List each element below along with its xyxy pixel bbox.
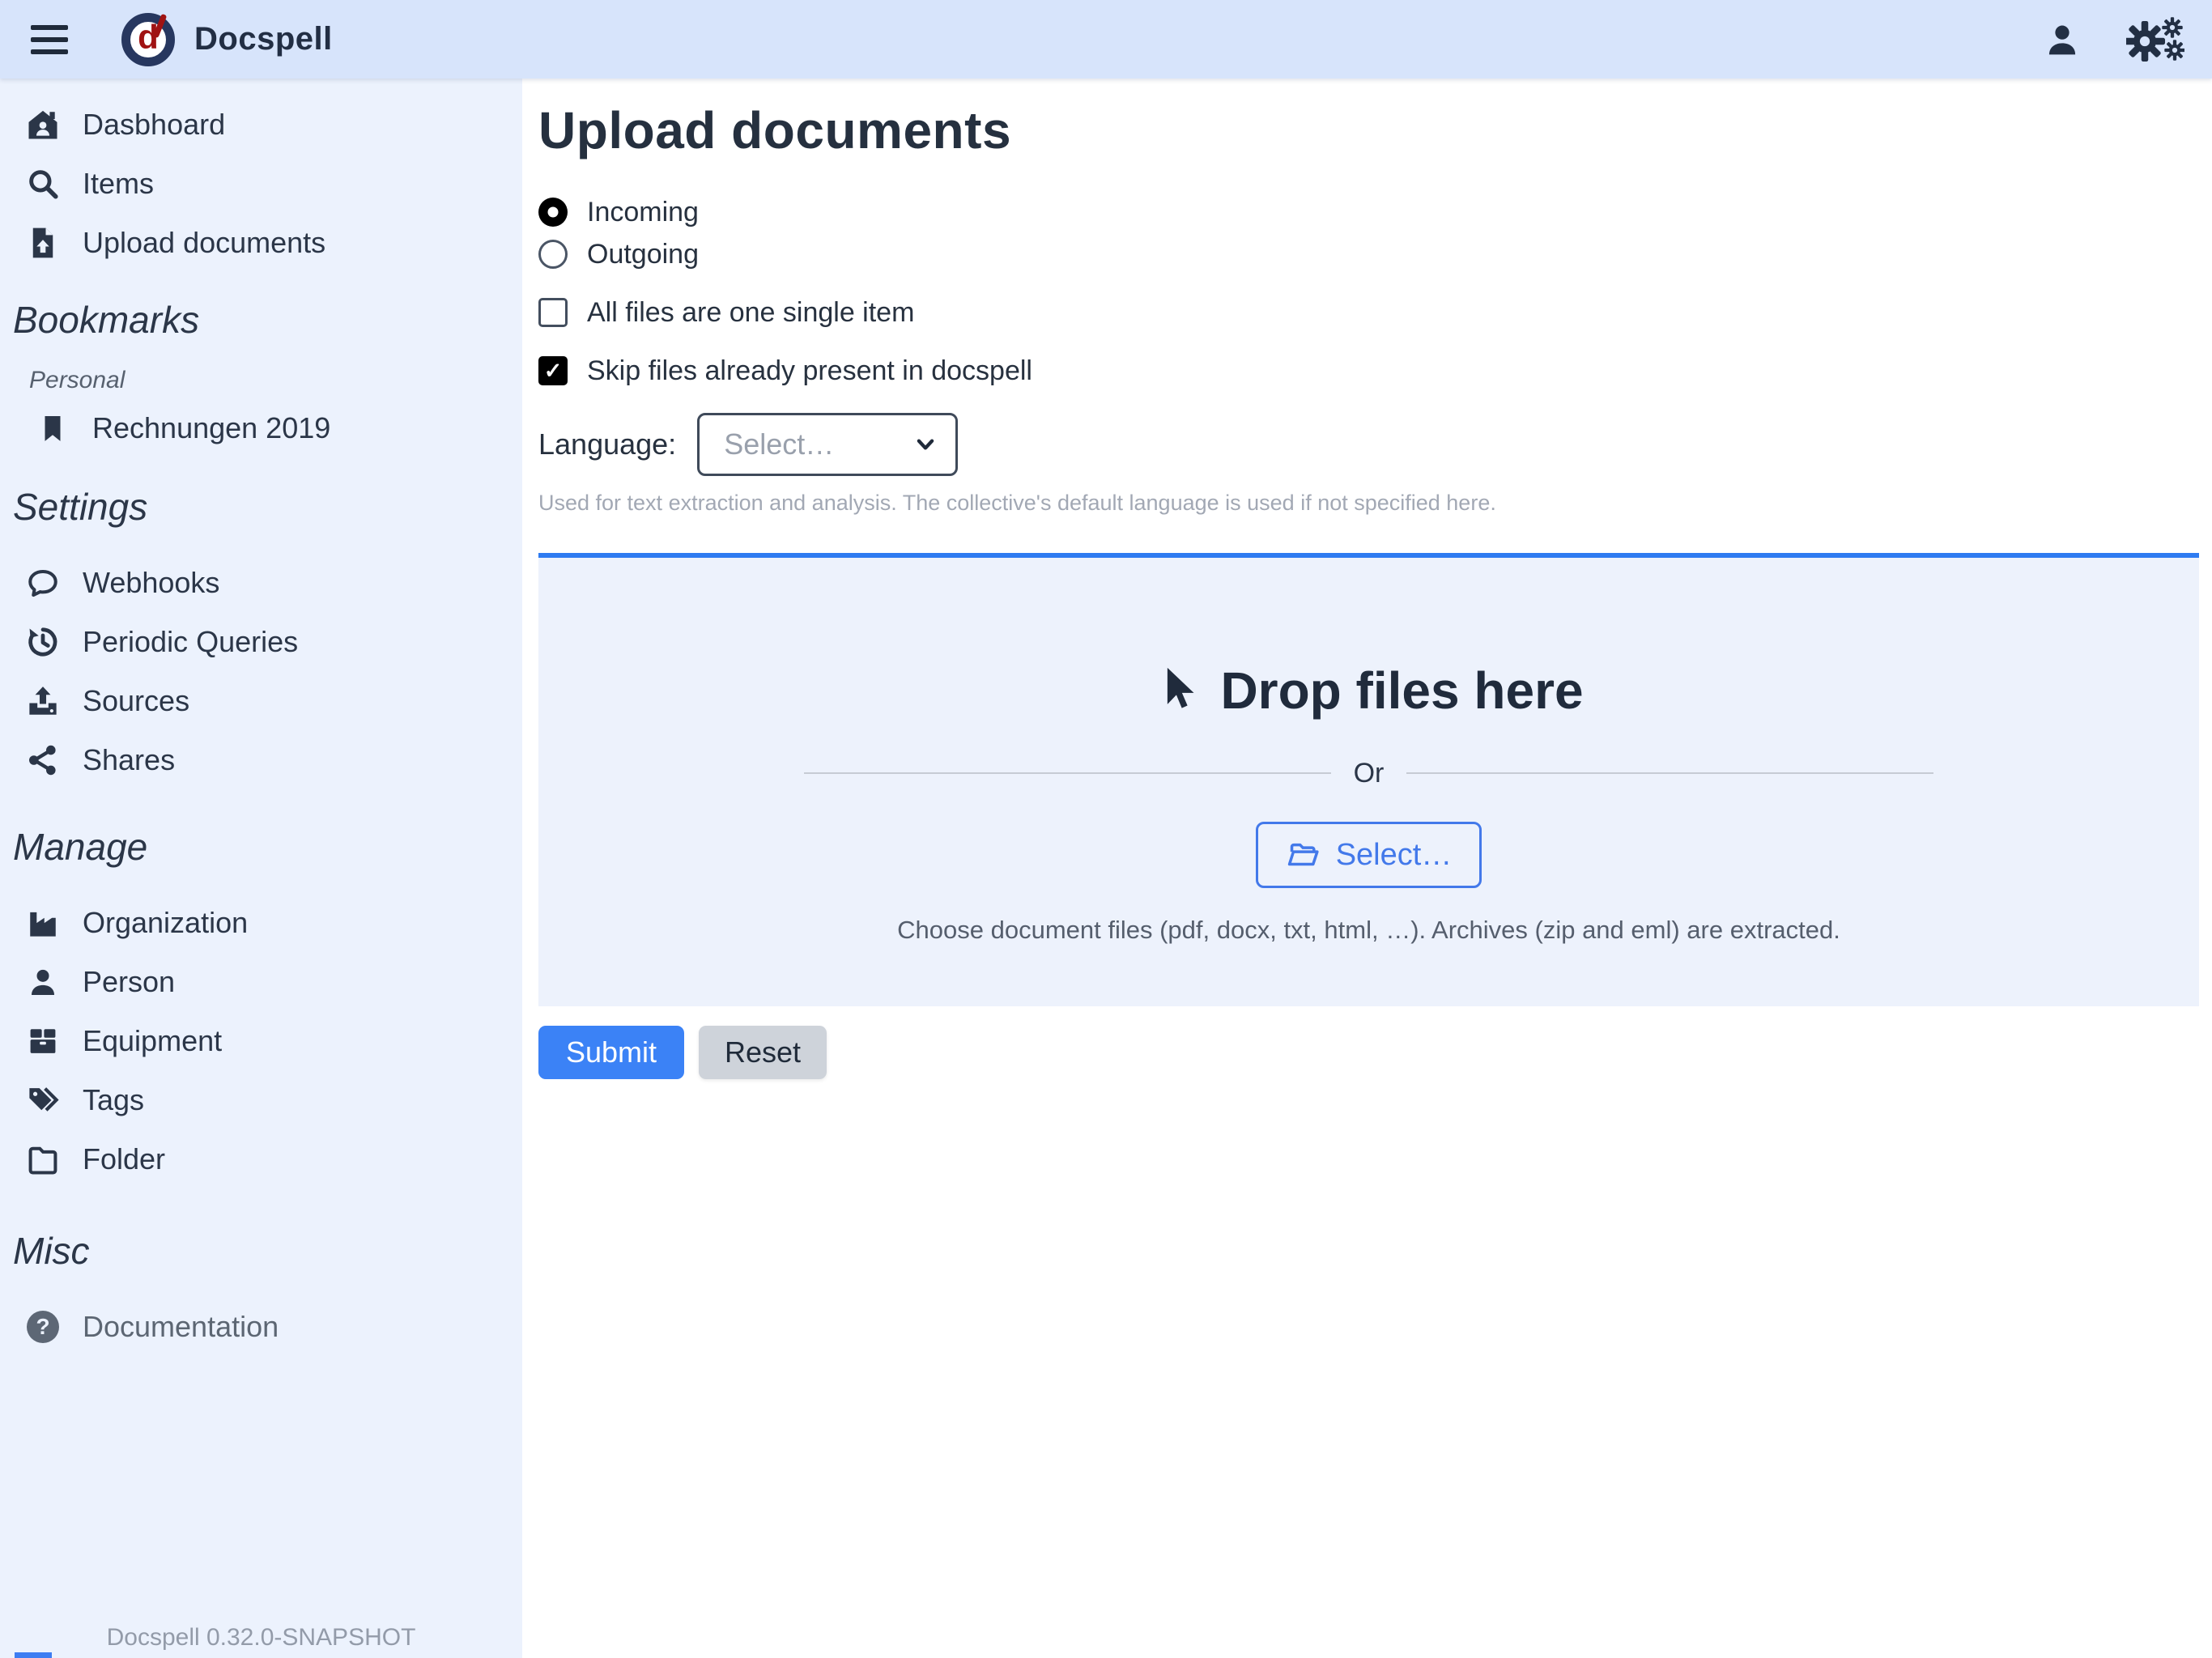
file-dropzone[interactable]: Drop files here Or Select… Choose docume… xyxy=(538,553,2199,1006)
radio-incoming[interactable]: Incoming xyxy=(538,191,2199,233)
checkbox-single-item[interactable]: All files are one single item xyxy=(538,291,2199,334)
radio-unselected-icon[interactable] xyxy=(538,240,568,269)
checkbox-unchecked-icon[interactable] xyxy=(538,298,568,327)
gears-icon xyxy=(2126,17,2184,62)
menu-icon[interactable] xyxy=(31,25,68,54)
house-user-icon xyxy=(26,108,60,142)
clock-rotate-left-icon xyxy=(26,625,60,659)
language-help-text: Used for text extraction and analysis. T… xyxy=(538,491,2199,516)
sidebar-item-person[interactable]: Person xyxy=(0,952,522,1011)
sidebar-item-periodic-queries[interactable]: Periodic Queries xyxy=(0,612,522,671)
sidebar-item-label: Webhooks xyxy=(83,566,219,600)
user-icon xyxy=(26,965,60,999)
circle-question-icon: ? xyxy=(26,1310,60,1344)
brand-name: Docspell xyxy=(194,21,333,57)
user-account-button[interactable] xyxy=(2044,21,2081,58)
language-select-value: Select… xyxy=(724,427,913,461)
sidebar-item-organization[interactable]: Organization xyxy=(0,893,522,952)
form-actions: Submit Reset xyxy=(538,1026,2199,1079)
sidebar-item-sources[interactable]: Sources xyxy=(0,671,522,730)
app-version: Docspell 0.32.0-SNAPSHOT xyxy=(0,1624,522,1652)
dropzone-hint: Choose document files (pdf, docx, txt, h… xyxy=(897,916,1840,945)
bookmark-icon xyxy=(36,411,70,445)
sidebar-item-items[interactable]: Items xyxy=(0,154,522,213)
sidebar-item-folder[interactable]: Folder xyxy=(0,1129,522,1188)
page-title: Upload documents xyxy=(538,100,2199,162)
sidebar-item-label: Sources xyxy=(83,684,189,718)
submit-button[interactable]: Submit xyxy=(538,1026,684,1079)
dropzone-title-row: Drop files here xyxy=(1154,657,1583,725)
comment-icon xyxy=(26,566,60,600)
radio-label: Outgoing xyxy=(587,239,699,270)
reset-button[interactable]: Reset xyxy=(699,1026,827,1079)
scroll-indicator xyxy=(15,1652,52,1658)
sidebar-item-label: Periodic Queries xyxy=(83,625,298,659)
checkbox-label: Skip files already present in docspell xyxy=(587,355,1032,387)
checkbox-label: All files are one single item xyxy=(587,297,914,329)
folder-icon xyxy=(26,1142,60,1176)
sidebar-item-documentation[interactable]: ? Documentation xyxy=(0,1297,522,1356)
select-files-button[interactable]: Select… xyxy=(1256,822,1482,888)
sidebar-item-label: Person xyxy=(83,965,175,999)
sidebar-item-upload-documents[interactable]: Upload documents xyxy=(0,213,522,272)
section-heading-manage: Manage xyxy=(0,815,522,878)
sidebar-item-label: Tags xyxy=(83,1083,144,1117)
section-heading-bookmarks: Bookmarks xyxy=(0,288,522,351)
section-heading-settings: Settings xyxy=(0,475,522,538)
sidebar: Dasbhoard Items Upload documents Bookmar… xyxy=(0,79,522,1658)
file-arrow-up-icon xyxy=(26,226,60,260)
sidebar-item-label: Documentation xyxy=(83,1310,279,1344)
or-text: Or xyxy=(1354,758,1385,789)
dropzone-title: Drop files here xyxy=(1220,657,1583,725)
search-icon xyxy=(26,167,60,201)
sidebar-item-label: Organization xyxy=(83,906,248,940)
industry-icon xyxy=(26,906,60,940)
radio-selected-icon[interactable] xyxy=(538,198,568,227)
sidebar-item-label: Equipment xyxy=(83,1024,222,1058)
upload-icon xyxy=(26,684,60,718)
sidebar-item-webhooks[interactable]: Webhooks xyxy=(0,553,522,612)
app-header: d Docspell xyxy=(0,0,2212,79)
language-label: Language: xyxy=(538,427,676,461)
section-heading-misc: Misc xyxy=(0,1219,522,1282)
sidebar-item-equipment[interactable]: Equipment xyxy=(0,1011,522,1070)
sidebar-item-label: Upload documents xyxy=(83,226,325,260)
processing-settings-button[interactable] xyxy=(2126,17,2184,62)
sidebar-item-label: Items xyxy=(83,167,154,201)
bookmarks-group-label: Personal xyxy=(0,363,522,398)
main-content: Upload documents Incoming Outgoing All f… xyxy=(522,79,2212,1658)
sidebar-item-tags[interactable]: Tags xyxy=(0,1070,522,1129)
checkbox-skip-duplicates[interactable]: Skip files already present in docspell xyxy=(538,350,2199,392)
checkbox-checked-icon[interactable] xyxy=(538,356,568,385)
user-icon xyxy=(2044,21,2081,58)
chevron-down-icon xyxy=(913,432,938,457)
language-select[interactable]: Select… xyxy=(697,413,958,476)
or-divider: Or xyxy=(804,757,1933,789)
language-row: Language: Select… xyxy=(538,413,2199,476)
sidebar-item-label: Dasbhoard xyxy=(83,108,225,142)
box-icon xyxy=(26,1024,60,1058)
mouse-pointer-icon xyxy=(1154,665,1197,716)
sidebar-item-shares[interactable]: Shares xyxy=(0,730,522,789)
sidebar-item-label: Rechnungen 2019 xyxy=(92,411,330,445)
brand[interactable]: d Docspell xyxy=(121,13,333,66)
share-nodes-icon xyxy=(26,743,60,777)
direction-radio-group: Incoming Outgoing xyxy=(538,191,2199,275)
folder-open-icon xyxy=(1286,838,1320,872)
radio-outgoing[interactable]: Outgoing xyxy=(538,233,2199,275)
sidebar-item-label: Shares xyxy=(83,743,175,777)
docspell-logo-icon: d xyxy=(121,13,175,66)
tags-icon xyxy=(26,1083,60,1117)
sidebar-item-dashboard[interactable]: Dasbhoard xyxy=(0,95,522,154)
sidebar-item-label: Folder xyxy=(83,1142,165,1176)
sidebar-item-bookmark[interactable]: Rechnungen 2019 xyxy=(0,398,522,457)
select-files-label: Select… xyxy=(1336,838,1453,873)
radio-label: Incoming xyxy=(587,197,699,228)
